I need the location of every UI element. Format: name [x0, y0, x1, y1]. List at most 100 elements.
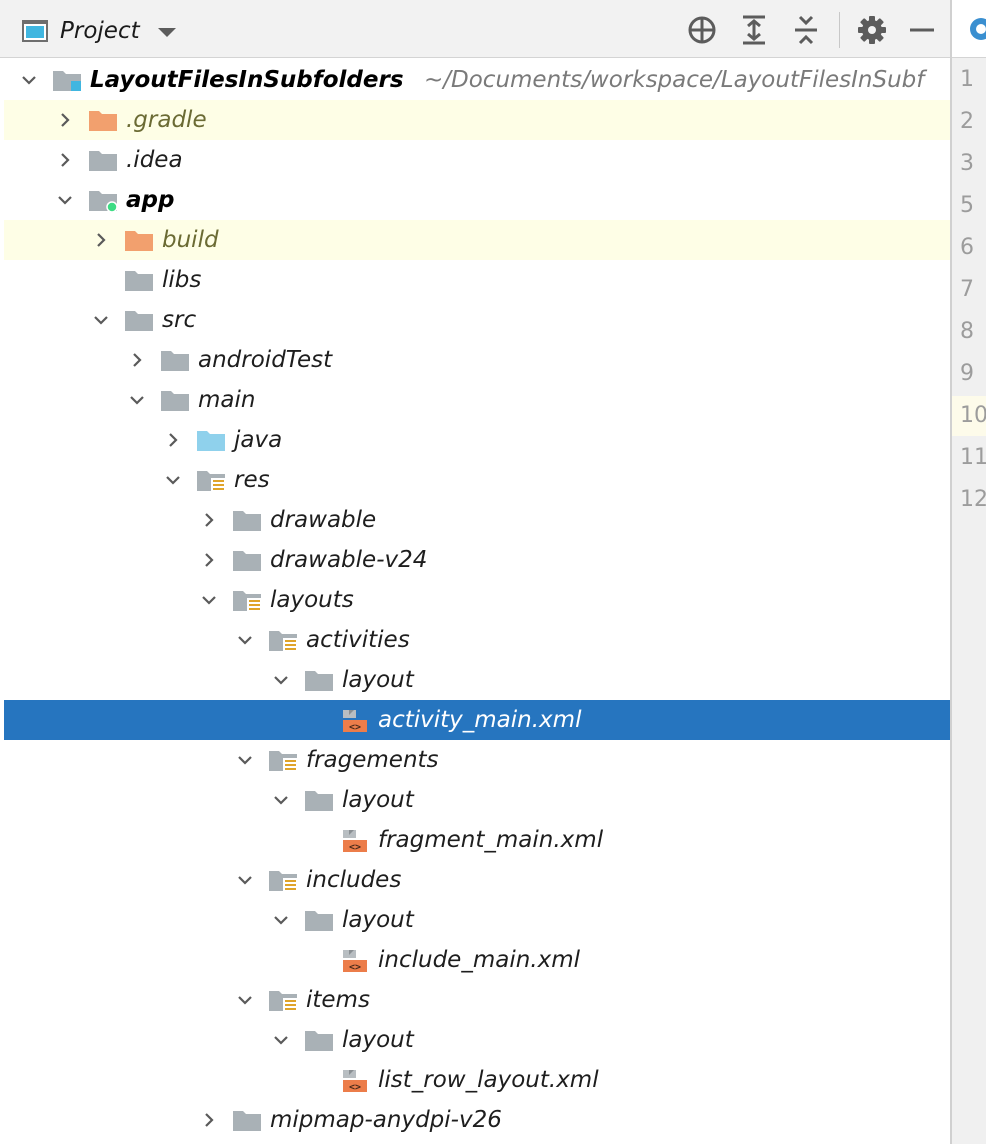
- tree-row-list-row-layout[interactable]: <> list_row_layout.xml: [4, 1060, 950, 1100]
- resource-folder-icon: [269, 751, 297, 772]
- resource-folder-icon: [269, 631, 297, 652]
- file-type-icon: [970, 18, 986, 40]
- tree-row-idea[interactable]: .idea: [4, 140, 950, 180]
- tree-row-include-main[interactable]: <> include_main.xml: [4, 940, 950, 980]
- tree-row-drawable[interactable]: drawable: [4, 500, 950, 540]
- tree-row-activities[interactable]: activities: [4, 620, 950, 660]
- tree-item-label: libs: [162, 267, 202, 293]
- chevron-down-icon[interactable]: [198, 580, 220, 620]
- chevron-down-icon[interactable]: [234, 740, 256, 780]
- collapse-all-icon[interactable]: [789, 13, 823, 47]
- tree-item-label: layout: [342, 907, 414, 933]
- locate-icon[interactable]: [685, 13, 719, 47]
- tree-row-java[interactable]: java: [4, 420, 950, 460]
- chevron-down-icon[interactable]: [270, 1020, 292, 1060]
- excluded-folder-icon: [125, 231, 153, 251]
- tree-item-label: java: [234, 427, 283, 453]
- tree-row-activities-layout[interactable]: layout: [4, 660, 950, 700]
- tree-row-libs[interactable]: libs: [4, 260, 950, 300]
- tree-row-res[interactable]: res: [4, 460, 950, 500]
- folder-icon: [233, 1111, 261, 1131]
- tree-row-main[interactable]: main: [4, 380, 950, 420]
- minimize-icon[interactable]: [905, 13, 939, 47]
- svg-text:<>: <>: [349, 722, 361, 732]
- folder-icon: [305, 1031, 333, 1051]
- tree-row-app[interactable]: app: [4, 180, 950, 220]
- tree-item-label: .idea: [126, 147, 183, 173]
- tree-row-mipmap[interactable]: mipmap-anydpi-v26: [4, 1100, 950, 1140]
- chevron-right-icon[interactable]: [162, 420, 184, 460]
- tree-row-src[interactable]: src: [4, 300, 950, 340]
- tree-row-includes[interactable]: includes: [4, 860, 950, 900]
- tree-item-label: LayoutFilesInSubfolders: [90, 67, 404, 93]
- chevron-right-icon[interactable]: [198, 1100, 220, 1140]
- tree-row-fragements[interactable]: fragements: [4, 740, 950, 780]
- chevron-right-icon[interactable]: [90, 220, 112, 260]
- tree-row-includes-layout[interactable]: layout: [4, 900, 950, 940]
- tree-row-build[interactable]: build: [4, 220, 950, 260]
- excluded-folder-icon: [89, 111, 117, 131]
- chevron-down-icon[interactable]: [158, 28, 176, 37]
- resource-folder-icon: [233, 591, 261, 612]
- chevron-down-icon[interactable]: [270, 660, 292, 700]
- chevron-down-icon[interactable]: [54, 180, 76, 220]
- tree-item-label: app: [126, 187, 175, 213]
- tree-item-label: fragment_main.xml: [378, 827, 604, 853]
- tree-item-label: layouts: [270, 587, 354, 613]
- line-number: 11: [960, 445, 986, 470]
- chevron-right-icon[interactable]: [198, 500, 220, 540]
- chevron-right-icon[interactable]: [126, 340, 148, 380]
- tree-row-fragements-layout[interactable]: layout: [4, 780, 950, 820]
- tree-row-gradle[interactable]: .gradle: [4, 100, 950, 140]
- tree-item-label: layout: [342, 1027, 414, 1053]
- line-number: 5: [960, 193, 974, 218]
- layout-xml-icon: <>: [343, 1070, 367, 1092]
- line-number: 6: [960, 235, 974, 260]
- chevron-down-icon[interactable]: [234, 980, 256, 1020]
- editor-tab[interactable]: [952, 0, 986, 58]
- chevron-down-icon[interactable]: [270, 900, 292, 940]
- tree-row-androidtest[interactable]: androidTest: [4, 340, 950, 380]
- project-tool-window: Project LayoutFilesInSubfolders ~/Docume…: [0, 0, 986, 1144]
- tree-row-items-layout[interactable]: layout: [4, 1020, 950, 1060]
- tree-item-label: items: [306, 987, 370, 1013]
- tree-row-items[interactable]: items: [4, 980, 950, 1020]
- tree-item-label: fragements: [306, 747, 439, 773]
- chevron-right-icon[interactable]: [54, 100, 76, 140]
- chevron-right-icon[interactable]: [54, 140, 76, 180]
- expand-all-icon[interactable]: [737, 13, 771, 47]
- chevron-down-icon[interactable]: [18, 60, 40, 100]
- line-number: 8: [960, 319, 974, 344]
- tree-item-label: list_row_layout.xml: [378, 1067, 599, 1093]
- svg-text:<>: <>: [349, 1082, 361, 1092]
- folder-icon: [305, 791, 333, 811]
- gear-icon[interactable]: [855, 13, 889, 47]
- folder-icon: [125, 271, 153, 291]
- toolbar-separator: [839, 12, 840, 48]
- chevron-down-icon[interactable]: [90, 300, 112, 340]
- project-tree: LayoutFilesInSubfolders ~/Documents/work…: [0, 60, 950, 1144]
- folder-icon: [89, 151, 117, 171]
- android-module-icon: [89, 191, 118, 212]
- tree-item-label: layout: [342, 667, 414, 693]
- tree-item-label: activities: [306, 627, 410, 653]
- chevron-down-icon[interactable]: [162, 460, 184, 500]
- tree-row-fragment-main[interactable]: <> fragment_main.xml: [4, 820, 950, 860]
- tree-item-label: includes: [306, 867, 402, 893]
- tree-row-activity-main[interactable]: <> activity_main.xml: [4, 700, 950, 740]
- chevron-down-icon[interactable]: [270, 780, 292, 820]
- tree-row-root[interactable]: LayoutFilesInSubfolders ~/Documents/work…: [4, 60, 950, 100]
- line-number: 1: [960, 67, 974, 92]
- chevron-down-icon[interactable]: [126, 380, 148, 420]
- folder-icon: [161, 351, 189, 371]
- tree-item-label: androidTest: [198, 347, 333, 373]
- chevron-down-icon[interactable]: [234, 620, 256, 660]
- tree-row-layouts[interactable]: layouts: [4, 580, 950, 620]
- chevron-right-icon[interactable]: [198, 540, 220, 580]
- svg-text:<>: <>: [349, 842, 361, 852]
- tree-item-label: src: [162, 307, 197, 333]
- project-view-selector[interactable]: Project: [60, 16, 140, 46]
- tree-row-drawable-v24[interactable]: drawable-v24: [4, 540, 950, 580]
- resource-folder-icon: [197, 471, 225, 492]
- chevron-down-icon[interactable]: [234, 860, 256, 900]
